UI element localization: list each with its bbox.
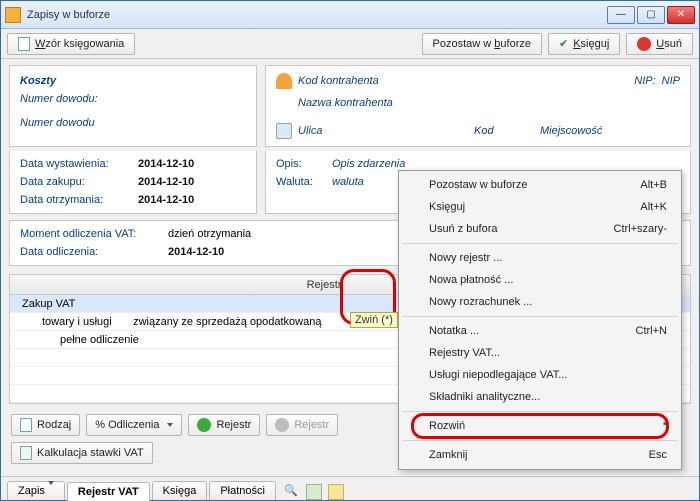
doc-icon <box>20 418 32 432</box>
menu-usun[interactable]: Usuń z buforaCtrl+szary- <box>401 218 679 240</box>
menu-ksieguj[interactable]: KsięgujAlt+K <box>401 196 679 218</box>
delete-icon <box>637 37 651 51</box>
menu-rozwin[interactable]: Rozwiń* <box>401 415 679 437</box>
window-title: Zapisy w buforze <box>27 9 605 21</box>
data-zak-value[interactable]: 2014-12-10 <box>138 176 194 188</box>
tab-platnosci[interactable]: Płatności <box>209 481 276 500</box>
nazwa-kontrahenta[interactable]: Nazwa kontrahenta <box>298 97 393 109</box>
kalkulacja-vat-button[interactable]: Kalkulacja stawki VAT <box>11 442 153 464</box>
user-icon <box>276 73 292 89</box>
tooltip-zwin: Zwiń (*) <box>350 312 398 328</box>
menu-separator <box>403 243 677 244</box>
odliczenia-button[interactable]: % Odliczenia <box>86 414 182 436</box>
menu-zamknij[interactable]: ZamknijEsc <box>401 444 679 466</box>
data-odl-value[interactable]: 2014-12-10 <box>168 246 224 258</box>
chevron-down-icon <box>48 481 54 497</box>
menu-nowa-platnosc[interactable]: Nowa płatność ... <box>401 269 679 291</box>
menu-separator <box>403 411 677 412</box>
sub1b: związany ze sprzedażą opodatkowaną <box>133 316 321 328</box>
rejestr-del-button[interactable]: Rejestr <box>266 414 338 436</box>
rejestr-add-button[interactable]: Rejestr <box>188 414 260 436</box>
menu-nowy-rozrachunek[interactable]: Nowy rozrachunek ... <box>401 291 679 313</box>
waluta-value[interactable]: waluta <box>332 176 364 188</box>
rejestr-add-label: Rejestr <box>216 419 251 431</box>
menu-pozostaw[interactable]: Pozostaw w buforzeAlt+B <box>401 174 679 196</box>
koszty-heading: Koszty <box>20 75 56 87</box>
menu-separator <box>403 440 677 441</box>
data-wyst-value[interactable]: 2014-12-10 <box>138 158 194 170</box>
kontrahent-panel: Kod kontrahenta NIP: NIP Nazwa kontrahen… <box>265 65 691 147</box>
ulica[interactable]: Ulica <box>298 125 468 137</box>
usun-label: Usuń <box>656 38 682 50</box>
menu-notatka[interactable]: Notatka ...Ctrl+N <box>401 320 679 342</box>
dates-panel: Data wystawienia: 2014-12-10 Data zakupu:… <box>9 151 257 214</box>
miejscowosc[interactable]: Miejscowość <box>540 125 602 137</box>
nip-label: NIP: <box>634 75 655 87</box>
minimize-button[interactable]: — <box>607 6 635 24</box>
rodzaj-button[interactable]: Rodzaj <box>11 414 80 436</box>
moment-odl-label: Moment odliczenia VAT: <box>20 228 160 240</box>
maximize-button[interactable]: ▢ <box>637 6 665 24</box>
document-icon <box>18 37 30 51</box>
menu-skladniki[interactable]: Składniki analityczne... <box>401 386 679 408</box>
tab-zapis[interactable]: Zapis <box>7 481 65 500</box>
calc-icon <box>20 446 32 460</box>
context-menu: Pozostaw w buforzeAlt+B KsięgujAlt+K Usu… <box>398 170 682 470</box>
data-otrz-label: Data otrzymania: <box>20 194 130 206</box>
kod-pocztowy[interactable]: Kod <box>474 125 534 137</box>
opis-label: Opis: <box>276 158 324 170</box>
plus-icon <box>197 418 211 432</box>
numer-dowodu-label: Numer dowodu: <box>20 93 98 105</box>
menu-separator <box>403 316 677 317</box>
tab-rejestr-vat[interactable]: Rejestr VAT <box>67 482 150 501</box>
ksieguj-label: Księguj <box>573 38 609 50</box>
close-button[interactable]: ✕ <box>667 6 695 24</box>
data-zak-label: Data zakupu: <box>20 176 130 188</box>
sub1a: towary i usługi <box>42 316 112 328</box>
search-icon[interactable]: 🔍 <box>284 484 300 500</box>
kalkulacja-label: Kalkulacja stawki VAT <box>37 447 144 459</box>
nip-value[interactable]: NIP <box>662 75 680 87</box>
menu-rejestry-vat[interactable]: Rejestry VAT... <box>401 342 679 364</box>
titlebar: Zapisy w buforze — ▢ ✕ <box>1 1 699 29</box>
usun-button[interactable]: Usuń <box>626 33 693 55</box>
address-icon <box>276 123 292 139</box>
app-window: Zapisy w buforze — ▢ ✕ Wzór księgowania … <box>0 0 700 501</box>
minus-icon <box>275 418 289 432</box>
calendar-icon[interactable] <box>306 484 322 500</box>
moment-odl-value[interactable]: dzień otrzymania <box>168 228 251 240</box>
data-otrz-value[interactable]: 2014-12-10 <box>138 194 194 206</box>
chevron-down-icon <box>167 423 173 427</box>
data-wyst-label: Data wystawienia: <box>20 158 130 170</box>
odliczenia-label: % Odliczenia <box>95 419 159 431</box>
toolbar: Wzór księgowania Pozostaw w buforze ✔ Ks… <box>1 29 699 59</box>
wzor-ksiegowania-button[interactable]: Wzór księgowania <box>7 33 135 55</box>
ksieguj-button[interactable]: ✔ Księguj <box>548 33 620 55</box>
numer-dowodu-value[interactable]: Numer dowodu <box>20 117 95 129</box>
opis-value[interactable]: Opis zdarzenia <box>332 158 405 170</box>
note-icon[interactable] <box>328 484 344 500</box>
check-icon: ✔ <box>559 37 568 50</box>
waluta-label: Waluta: <box>276 176 324 188</box>
menu-uslugi[interactable]: Usługi niepodlegające VAT... <box>401 364 679 386</box>
app-icon <box>5 7 21 23</box>
tab-ksiega[interactable]: Księga <box>152 481 208 500</box>
rejestr-del-label: Rejestr <box>294 419 329 431</box>
wzor-label: Wzór księgowania <box>35 38 124 50</box>
rodzaj-label: Rodzaj <box>37 419 71 431</box>
menu-nowy-rejestr[interactable]: Nowy rejestr ... <box>401 247 679 269</box>
data-odl-label: Data odliczenia: <box>20 246 160 258</box>
kod-kontrahenta[interactable]: Kod kontrahenta <box>298 75 628 87</box>
pozostaw-w-buforze-button[interactable]: Pozostaw w buforze <box>422 33 542 55</box>
tabbar: Zapis Rejestr VAT Księga Płatności 🔍 <box>1 476 699 500</box>
koszty-panel: Koszty Numer dowodu: Numer dowodu <box>9 65 257 147</box>
pozostaw-label: Pozostaw w buforze <box>433 38 531 50</box>
